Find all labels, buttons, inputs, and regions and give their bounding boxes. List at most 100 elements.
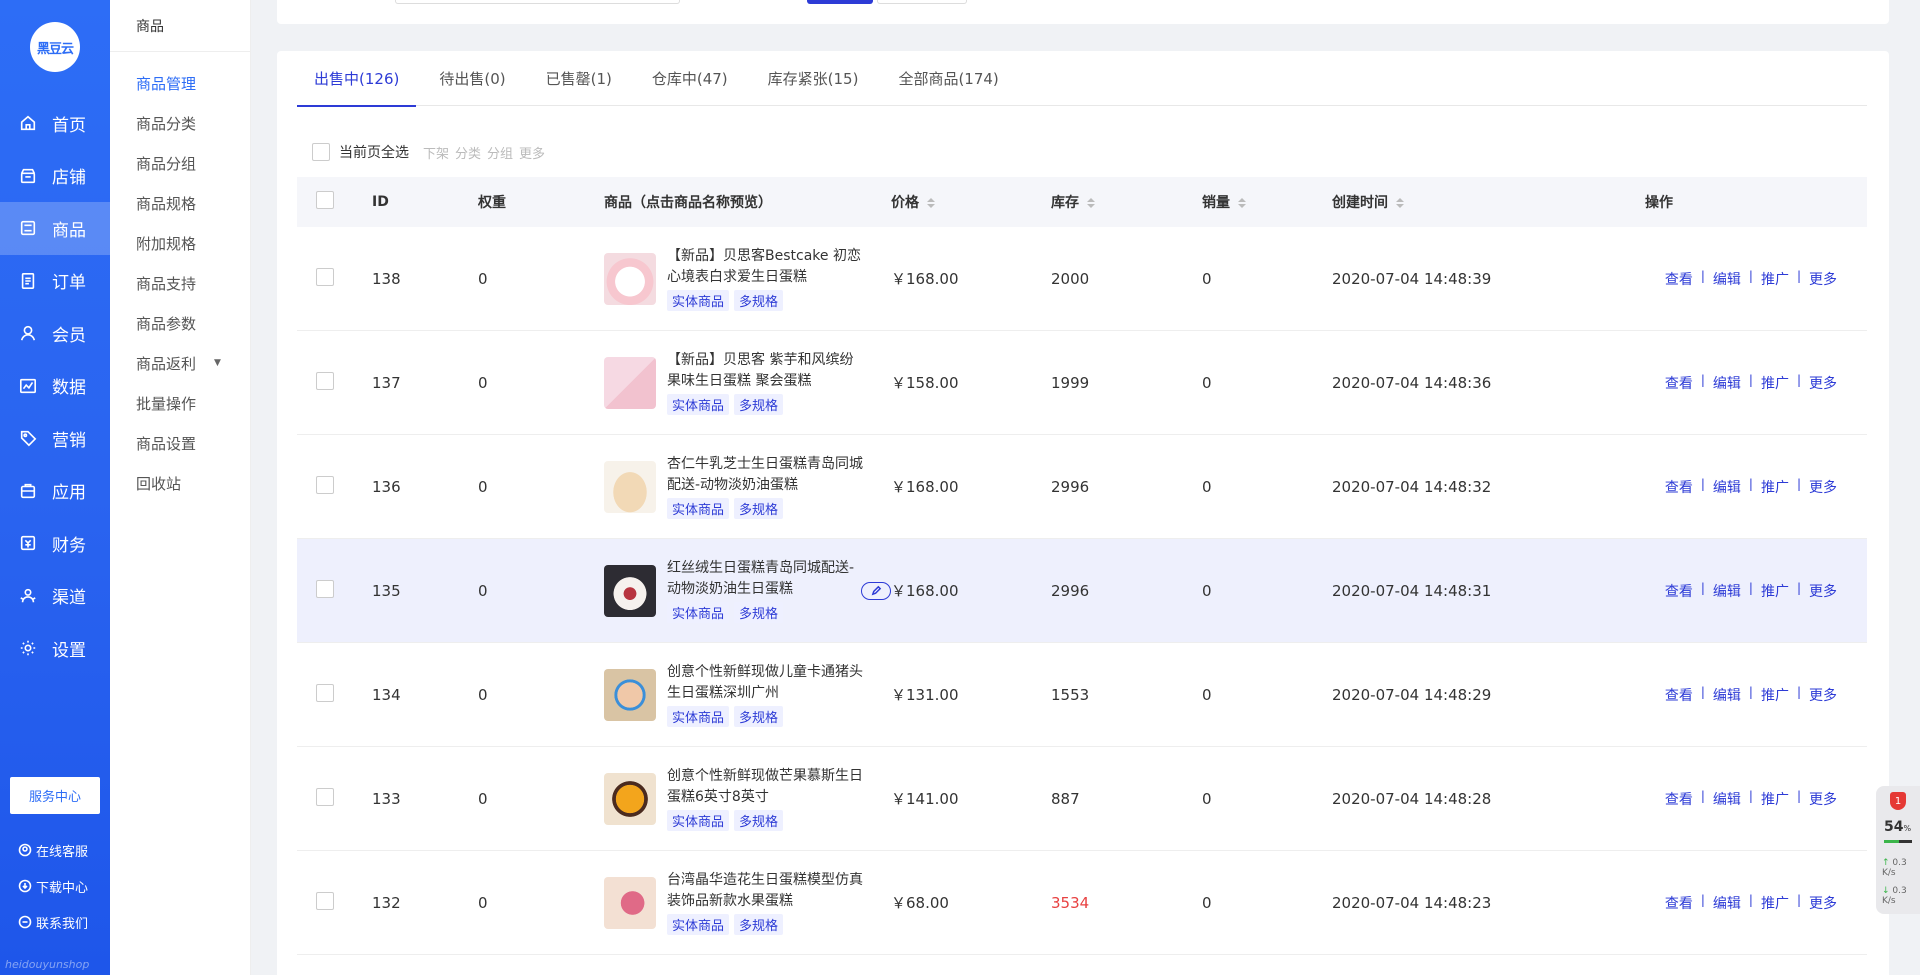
sort-icon[interactable] (1238, 198, 1246, 208)
goods-thumbnail[interactable] (604, 668, 656, 721)
select-all-checkbox[interactable] (312, 143, 330, 161)
goods-thumbnail[interactable] (604, 772, 656, 825)
row-checkbox[interactable] (316, 475, 334, 494)
tab-status[interactable]: 仓库中(47) (635, 51, 745, 106)
filter-search-button[interactable] (807, 0, 873, 4)
footer-link-contact[interactable]: 联系我们 (18, 904, 88, 940)
tab-status[interactable]: 库存紧张(15) (751, 51, 876, 106)
batch-action[interactable]: 下架 (423, 147, 449, 162)
goods-name-link[interactable]: 杏仁牛乳芝士生日蛋糕青岛同城配送-动物淡奶油蛋糕 (667, 454, 867, 496)
goods-thumbnail[interactable] (604, 876, 656, 929)
op-link[interactable]: 查看 (1665, 685, 1693, 705)
op-link[interactable]: 更多 (1809, 477, 1837, 497)
nav-item-channel[interactable]: 渠道 (0, 570, 110, 623)
goods-thumbnail[interactable] (604, 252, 656, 305)
sort-icon[interactable] (1087, 198, 1095, 208)
filter-reset-button[interactable] (877, 0, 967, 4)
header-price[interactable]: 价格 (891, 192, 1051, 212)
sort-icon[interactable] (927, 198, 935, 208)
footer-link-download[interactable]: 下载中心 (18, 868, 88, 904)
goods-name-link[interactable]: 【新品】贝思客Bestcake 初恋心境表白求爱生日蛋糕 (667, 246, 867, 288)
service-center-button[interactable]: 服务中心 (10, 777, 100, 814)
header-stock[interactable]: 库存 (1051, 192, 1202, 212)
subnav-item[interactable]: 商品设置 (110, 423, 250, 463)
op-link[interactable]: 推广 (1761, 477, 1789, 497)
cell-weight[interactable]: 0 (478, 374, 604, 392)
cell-weight[interactable]: 0 (478, 790, 604, 808)
op-link[interactable]: 推广 (1761, 269, 1789, 289)
subnav-item[interactable]: 商品分类 (110, 103, 250, 143)
batch-action[interactable]: 分类 (455, 147, 481, 162)
tab-status[interactable]: 待出售(0) (422, 51, 522, 106)
op-link[interactable]: 更多 (1809, 581, 1837, 601)
batch-action[interactable]: 更多 (519, 147, 545, 162)
op-link[interactable]: 查看 (1665, 893, 1693, 913)
goods-thumbnail[interactable] (604, 564, 656, 617)
batch-action[interactable]: 分组 (487, 147, 513, 162)
nav-item-home[interactable]: 首页 (0, 97, 110, 150)
op-link[interactable]: 推广 (1761, 581, 1789, 601)
system-monitor-widget[interactable]: 1 54% ↑ 0.3 K/s ↓ 0.3 K/s (1876, 786, 1920, 914)
goods-name-link[interactable]: 红丝绒生日蛋糕青岛同城配送-动物淡奶油生日蛋糕 (667, 558, 867, 600)
subnav-item[interactable]: 商品规格 (110, 183, 250, 223)
goods-name-link[interactable]: 【新品】贝思客 紫芋和风缤纷果味生日蛋糕 聚会蛋糕 (667, 350, 867, 392)
op-link[interactable]: 查看 (1665, 477, 1693, 497)
goods-name-link[interactable]: 创意个性新鲜现做儿童卡通猪头生日蛋糕深圳广州 (667, 662, 867, 704)
nav-item-goods[interactable]: 商品 (0, 202, 110, 255)
nav-item-app[interactable]: 应用 (0, 465, 110, 518)
header-checkbox[interactable] (316, 191, 334, 209)
row-checkbox[interactable] (316, 371, 334, 390)
goods-thumbnail[interactable] (604, 356, 656, 409)
subnav-item[interactable]: 商品支持 (110, 263, 250, 303)
cell-weight[interactable]: 0 (478, 478, 604, 496)
tab-status[interactable]: 全部商品(174) (881, 51, 1015, 106)
subnav-item[interactable]: 商品管理 (110, 63, 250, 103)
op-link[interactable]: 推广 (1761, 373, 1789, 393)
filter-input[interactable] (395, 0, 680, 4)
sort-icon[interactable] (1396, 198, 1404, 208)
subnav-item[interactable]: 商品分组 (110, 143, 250, 183)
row-checkbox[interactable] (316, 891, 334, 910)
op-link[interactable]: 更多 (1809, 373, 1837, 393)
nav-item-order[interactable]: 订单 (0, 255, 110, 308)
op-link[interactable]: 查看 (1665, 269, 1693, 289)
op-link[interactable]: 更多 (1809, 789, 1837, 809)
row-checkbox[interactable] (316, 787, 334, 806)
goods-name-link[interactable]: 台湾晶华造花生日蛋糕模型仿真装饰品新款水果蛋糕 (667, 870, 867, 912)
subnav-item[interactable]: 商品参数 (110, 303, 250, 343)
subnav-item[interactable]: 回收站 (110, 463, 250, 503)
row-checkbox[interactable] (316, 579, 334, 598)
subnav-item[interactable]: 商品返利 ▼ (110, 343, 250, 383)
op-link[interactable]: 更多 (1809, 893, 1837, 913)
nav-item-finance[interactable]: 财务 (0, 517, 110, 570)
footer-link-avatar[interactable]: 在线客服 (18, 832, 88, 868)
header-sales[interactable]: 销量 (1202, 192, 1332, 212)
nav-item-gear[interactable]: 设置 (0, 622, 110, 675)
cell-weight[interactable]: 0 (478, 686, 604, 704)
op-link[interactable]: 更多 (1809, 685, 1837, 705)
header-created[interactable]: 创建时间 (1332, 192, 1645, 212)
op-link[interactable]: 编辑 (1713, 789, 1741, 809)
nav-item-chart[interactable]: 数据 (0, 360, 110, 413)
nav-item-store[interactable]: 店铺 (0, 150, 110, 203)
brand-logo[interactable]: 黑豆云 (30, 22, 80, 72)
nav-item-member[interactable]: 会员 (0, 307, 110, 360)
op-link[interactable]: 查看 (1665, 789, 1693, 809)
op-link[interactable]: 推广 (1761, 685, 1789, 705)
row-checkbox[interactable] (316, 683, 334, 702)
op-link[interactable]: 查看 (1665, 581, 1693, 601)
goods-thumbnail[interactable] (604, 460, 656, 513)
op-link[interactable]: 编辑 (1713, 373, 1741, 393)
op-link[interactable]: 推广 (1761, 789, 1789, 809)
op-link[interactable]: 编辑 (1713, 893, 1741, 913)
subnav-item[interactable]: 批量操作 (110, 383, 250, 423)
op-link[interactable]: 编辑 (1713, 477, 1741, 497)
goods-name-link[interactable]: 创意个性新鲜现做芒果慕斯生日蛋糕6英寸8英寸 (667, 766, 867, 808)
tab-status[interactable]: 已售罄(1) (529, 51, 629, 106)
nav-item-tag[interactable]: 营销 (0, 412, 110, 465)
op-link[interactable]: 推广 (1761, 893, 1789, 913)
tab-status[interactable]: 出售中(126) (297, 51, 417, 107)
cell-weight[interactable]: 0 (478, 270, 604, 288)
op-link[interactable]: 查看 (1665, 373, 1693, 393)
op-link[interactable]: 编辑 (1713, 269, 1741, 289)
